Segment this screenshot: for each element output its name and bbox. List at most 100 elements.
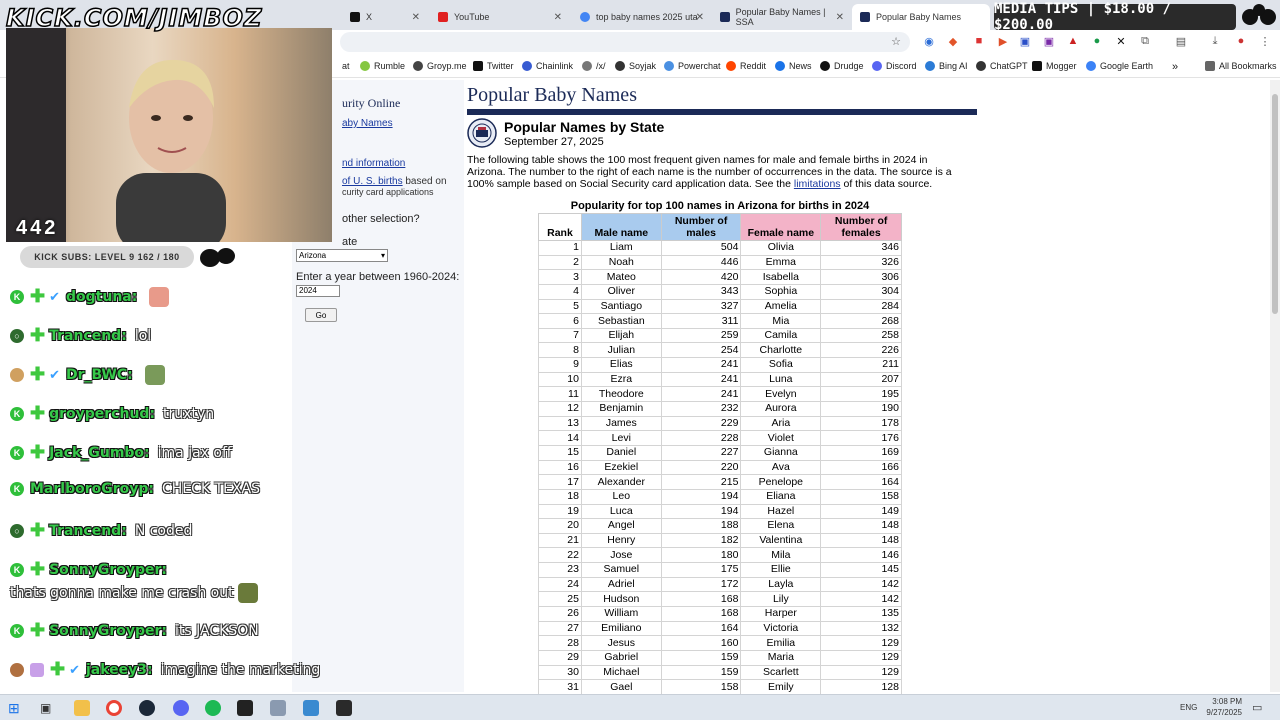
close-icon[interactable]: ✕ xyxy=(554,12,562,23)
metamask-icon[interactable]: ◆ xyxy=(946,35,960,48)
extension-icon[interactable]: ● xyxy=(1090,35,1104,47)
female-name-cell: Scarlett xyxy=(740,664,822,681)
app-icon[interactable] xyxy=(303,700,319,716)
ssa-favicon-icon xyxy=(860,12,870,22)
tab-youtube[interactable]: YouTube ✕ xyxy=(430,4,568,30)
year-input[interactable]: 2024 xyxy=(296,285,340,297)
chevron-right-icon[interactable]: » xyxy=(1172,61,1178,73)
bookmark-rumble[interactable]: Rumble xyxy=(360,61,405,71)
bookmark-soyjak[interactable]: Soyjak xyxy=(615,61,656,71)
chat-username[interactable]: Dr_BWC: xyxy=(66,367,133,383)
male-name-cell: Leo xyxy=(580,488,662,505)
bookmark-google-earth[interactable]: Google Earth xyxy=(1086,61,1153,71)
bookmark-powerchat[interactable]: Powerchat xyxy=(664,61,721,71)
go-button[interactable]: Go xyxy=(305,308,337,322)
bookmark-news[interactable]: News xyxy=(775,61,812,71)
windows-start-icon[interactable]: ⊞ xyxy=(8,700,24,716)
chat-username[interactable]: Trancend: xyxy=(49,328,127,344)
sub-badge-icon: ✚ xyxy=(30,325,46,345)
extension-icon[interactable]: ▣ xyxy=(1042,35,1056,48)
bookmark-drudge[interactable]: Drudge xyxy=(820,61,864,71)
side-panel-icon[interactable]: ▤ xyxy=(1174,35,1188,48)
chat-username[interactable]: jakeey3: xyxy=(86,662,153,678)
link-baby-names[interactable]: aby Names xyxy=(342,118,393,129)
ring-badge-icon: ○ xyxy=(10,328,24,343)
clock-time[interactable]: 3:08 PM xyxy=(1206,697,1242,706)
language-indicator[interactable]: ENG xyxy=(1180,703,1197,712)
address-bar[interactable] xyxy=(340,32,910,52)
chat-username[interactable]: MarlboroGroyp: xyxy=(30,481,154,497)
bookmark-label: /x/ xyxy=(596,61,606,71)
bookmark-discord[interactable]: Discord xyxy=(872,61,917,71)
link-us-births[interactable]: of U. S. births xyxy=(342,176,403,187)
table-row: 24 Adriel 172 Layla 142 xyxy=(538,576,902,593)
bookmark-chatgpt[interactable]: ChatGPT xyxy=(976,61,1028,71)
x-icon xyxy=(473,61,483,71)
tab-x[interactable]: X ✕ xyxy=(342,4,426,30)
windows-taskbar: ⊞ ▣ ENG 3:08 PM 9/27/2025 ▭ xyxy=(0,694,1280,720)
female-name-cell: Olivia xyxy=(740,240,822,256)
x-extension-icon[interactable]: ✕ xyxy=(1114,35,1128,48)
bookmark-x-board[interactable]: /x/ xyxy=(582,61,606,71)
chat-username[interactable]: Jack_Gumbo: xyxy=(49,445,150,461)
bookmark-reddit[interactable]: Reddit xyxy=(726,61,766,71)
discord-icon[interactable] xyxy=(173,700,189,716)
chrome-icon[interactable] xyxy=(106,700,122,716)
bookmark-all-bookmarks[interactable]: All Bookmarks xyxy=(1205,61,1277,71)
profile-avatar-icon[interactable]: ● xyxy=(1234,35,1248,47)
extension-icon[interactable]: ■ xyxy=(972,35,986,47)
youtube-favicon-icon xyxy=(438,12,448,22)
obs-icon[interactable] xyxy=(336,700,352,716)
bookmark-chainlink[interactable]: Chainlink xyxy=(522,61,573,71)
chat-username[interactable]: dogtuna: xyxy=(66,289,137,305)
male-name-cell: Gael xyxy=(580,679,662,695)
tab-google-search[interactable]: top baby names 2025 uta ✕ xyxy=(572,4,710,30)
male-name-cell: William xyxy=(580,606,662,622)
bookmark-groyp[interactable]: Groyp.me xyxy=(413,61,467,71)
chat-username[interactable]: groyperchud: xyxy=(49,406,155,422)
clock-date[interactable]: 9/27/2025 xyxy=(1200,708,1242,717)
male-name-cell: Samuel xyxy=(580,562,662,578)
close-icon[interactable]: ✕ xyxy=(696,12,704,23)
bookmark-bing[interactable]: Bing AI xyxy=(925,61,968,71)
news-icon xyxy=(775,61,785,71)
extension-icon[interactable]: ▶ xyxy=(996,35,1010,48)
male-name-cell: Sebastian xyxy=(580,313,662,329)
notification-icon[interactable]: ▭ xyxy=(1252,701,1262,714)
state-select[interactable]: Arizona xyxy=(296,249,388,262)
terminal-icon[interactable] xyxy=(237,700,253,716)
male-count-cell: 420 xyxy=(660,269,742,285)
bookmark-twitter[interactable]: Twitter xyxy=(473,61,514,71)
task-view-icon[interactable]: ▣ xyxy=(40,700,56,716)
table-row: 22 Jose 180 Mila 146 xyxy=(538,547,902,564)
close-icon[interactable]: ✕ xyxy=(836,12,844,23)
extension-icon[interactable]: ▣ xyxy=(1018,35,1032,48)
star-icon[interactable]: ☆ xyxy=(889,35,903,48)
puzzle-icon[interactable]: ⧉ xyxy=(1138,35,1152,48)
bookmark-mogger[interactable]: Mogger xyxy=(1032,61,1077,71)
female-name-cell: Sophia xyxy=(740,283,822,300)
file-explorer-icon[interactable] xyxy=(74,700,90,716)
download-icon[interactable]: ⤓ xyxy=(1208,35,1222,48)
spotify-icon[interactable] xyxy=(205,700,221,716)
app-icon[interactable] xyxy=(270,700,286,716)
extension-icon[interactable]: ▲ xyxy=(1066,35,1080,47)
page-scrollbar[interactable] xyxy=(1270,80,1280,692)
menu-kebab-icon[interactable]: ⋮ xyxy=(1258,35,1272,48)
chat-username[interactable]: Trancend: xyxy=(49,523,127,539)
link-limitations[interactable]: limitations xyxy=(794,178,841,190)
chat-username[interactable]: SonnyGroyper: xyxy=(49,562,167,578)
extension-icon[interactable]: ◉ xyxy=(922,35,936,48)
female-count-cell: 211 xyxy=(820,357,902,373)
male-count-cell: 241 xyxy=(660,386,742,403)
tab-ssa-active[interactable]: Popular Baby Names xyxy=(852,4,990,30)
steam-icon[interactable] xyxy=(139,700,155,716)
link-background-information[interactable]: nd information xyxy=(342,158,405,169)
bookmark-item[interactable]: at xyxy=(342,61,350,71)
scrollbar-thumb[interactable] xyxy=(1272,94,1278,314)
female-count-cell: 142 xyxy=(820,591,902,608)
chat-username[interactable]: SonnyGroyper: xyxy=(49,623,167,639)
tab-ssa-1[interactable]: Popular Baby Names | SSA ✕ xyxy=(712,4,850,30)
close-icon[interactable]: ✕ xyxy=(412,12,420,23)
headphones-image xyxy=(6,28,66,242)
